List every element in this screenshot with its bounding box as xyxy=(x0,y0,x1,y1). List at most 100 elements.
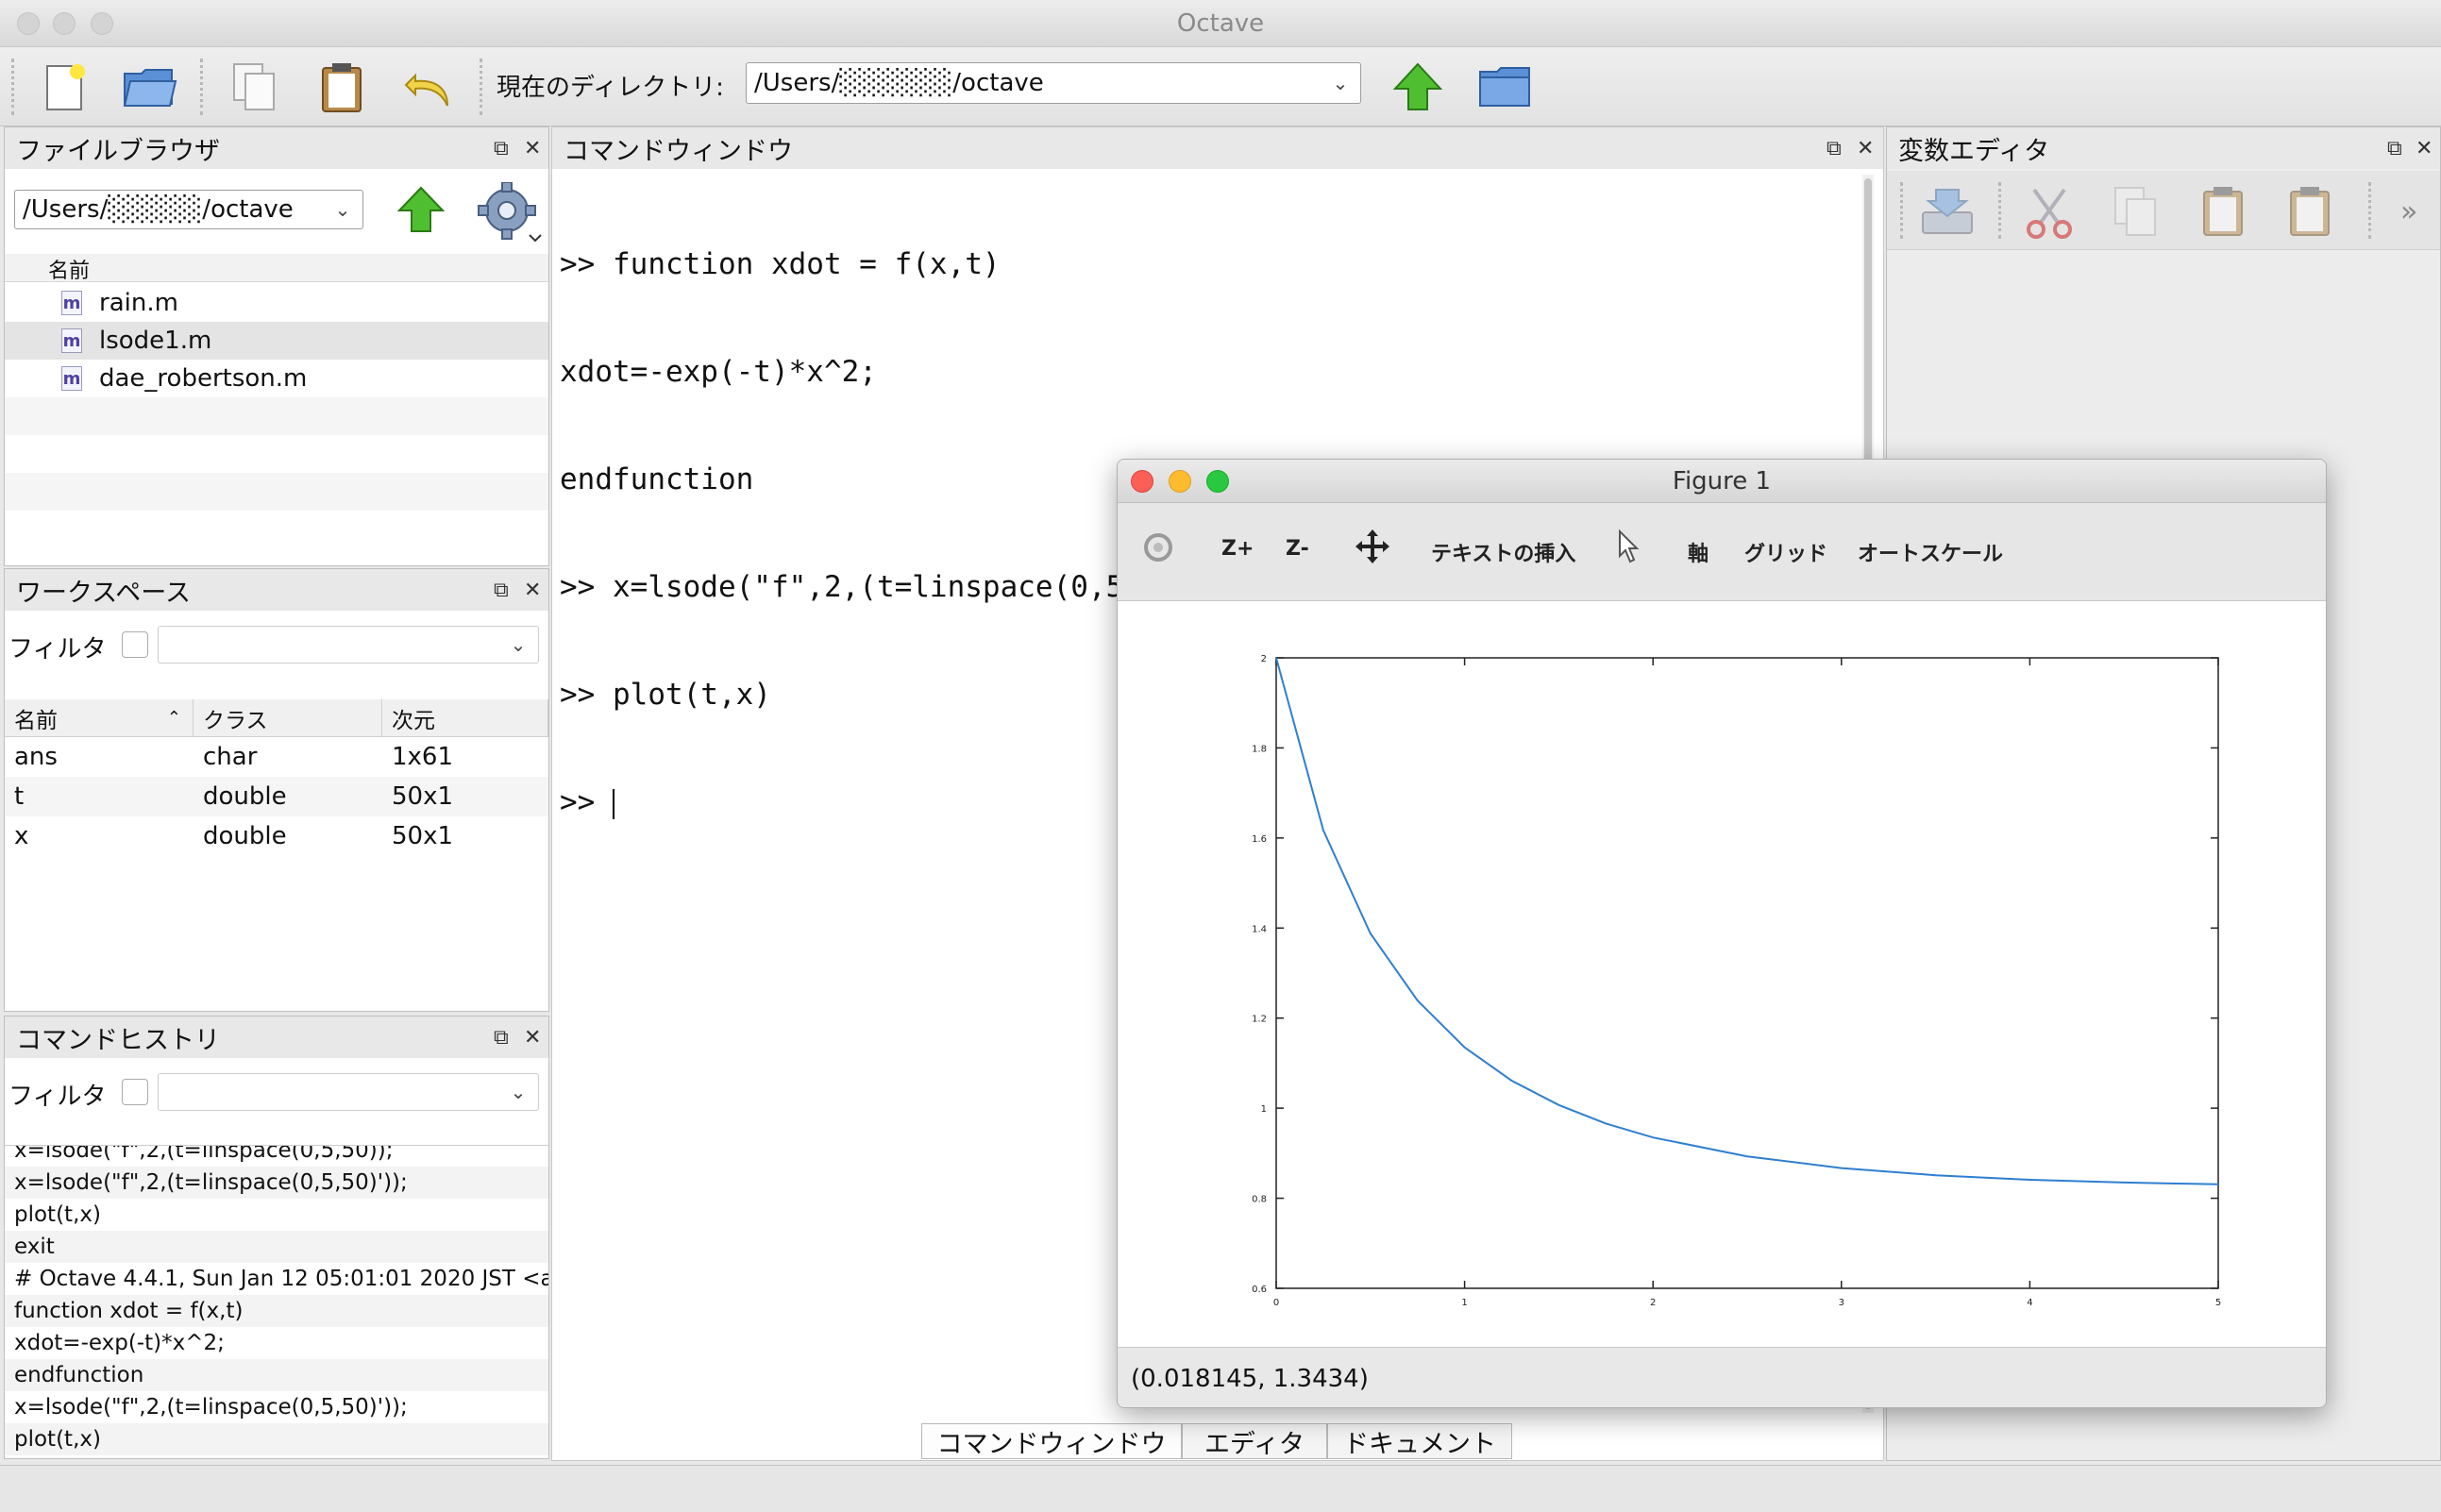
undock-icon[interactable]: ⧉ xyxy=(494,579,509,602)
file-browser-panel: ファイルブラウザ ⧉ ✕ /Users/░░░░░/octave ⌄ 名前 mr… xyxy=(4,126,549,566)
variable-editor-title: 変数エディタ xyxy=(1887,127,2440,169)
workspace-cell-class[interactable]: double xyxy=(194,777,382,816)
copy-button[interactable] xyxy=(225,57,285,117)
arrow-up-icon xyxy=(396,186,446,232)
chevron-down-icon: ⌄ xyxy=(510,633,527,656)
gear-icon xyxy=(478,181,542,243)
select-button[interactable] xyxy=(1614,528,1642,569)
folder-open-icon xyxy=(123,69,177,107)
window-titlebar: Octave xyxy=(0,0,2441,47)
copy-button[interactable] xyxy=(2110,184,2166,244)
history-item[interactable]: xdot=-exp(-t)*x^2; xyxy=(5,1327,548,1359)
workspace-cell-dim[interactable]: 1x61 xyxy=(382,737,548,777)
history-item[interactable]: x=lsode("f",2,(t=linspace(0,5,50)); xyxy=(5,1146,548,1167)
tab-documentation[interactable]: ドキュメント xyxy=(1327,1423,1512,1459)
insert-text-button[interactable]: テキストの挿入 xyxy=(1431,537,1575,567)
browse-dir-button[interactable] xyxy=(1474,57,1535,117)
clipboard-icon xyxy=(2203,187,2243,236)
copy-icon xyxy=(2114,187,2156,236)
zoom-out-button[interactable]: Z- xyxy=(1286,537,1309,561)
history-item[interactable]: endfunction xyxy=(5,1359,548,1391)
toolbar-grip xyxy=(1900,182,1903,239)
move-icon xyxy=(1355,529,1389,563)
workspace-cell-name[interactable]: x xyxy=(5,816,194,856)
workspace-col-class[interactable]: クラス xyxy=(194,699,382,737)
workspace-col-name[interactable]: 名前 ⌃ xyxy=(5,699,194,737)
history-item[interactable]: x=lsode("f",2,(t=linspace(0,5,50)')); xyxy=(5,1167,548,1199)
close-icon[interactable]: ✕ xyxy=(524,1026,541,1050)
undo-button[interactable] xyxy=(398,57,459,117)
new-file-button[interactable] xyxy=(34,57,94,117)
undock-icon[interactable]: ⧉ xyxy=(494,137,509,160)
axes-button[interactable]: 軸 xyxy=(1688,537,1709,567)
workspace-col-dim[interactable]: 次元 xyxy=(382,699,548,737)
pan-button[interactable] xyxy=(1354,528,1391,569)
workspace-filter-input[interactable]: ⌄ xyxy=(158,626,539,664)
file-item[interactable]: m lsode1.m xyxy=(5,322,548,360)
y-tick-label: 1.4 xyxy=(1252,924,1267,934)
more-chevron-icon[interactable]: » xyxy=(2400,195,2417,228)
settings-button[interactable] xyxy=(477,181,543,244)
parent-dir-button[interactable] xyxy=(396,184,446,235)
history-filter-checkbox[interactable] xyxy=(122,1079,148,1105)
history-item[interactable]: plot(t,x) xyxy=(5,1423,548,1455)
autoscale-button[interactable]: オートスケール xyxy=(1858,537,2003,567)
y-tick-label: 1 xyxy=(1261,1104,1267,1115)
text-cursor xyxy=(613,788,614,819)
cursor-arrow-icon xyxy=(1619,529,1640,563)
file-item[interactable]: m rain.m xyxy=(5,284,548,322)
paste-table-button[interactable] xyxy=(2283,184,2340,244)
plot-canvas[interactable]: 0 1 2 3 4 5 0.6 0.8 1 1.2 1.4 1.6 1.8 2 xyxy=(1118,601,2326,1347)
undock-icon[interactable]: ⧉ xyxy=(2387,137,2402,160)
open-file-button[interactable] xyxy=(119,57,179,117)
close-icon[interactable]: ✕ xyxy=(524,137,541,160)
empty-row xyxy=(5,435,548,473)
history-item[interactable]: plot(t,x) xyxy=(5,1199,548,1231)
history-item[interactable]: exit xyxy=(5,1231,548,1263)
status-bar xyxy=(0,1465,2441,1512)
toolbar-separator xyxy=(480,59,482,115)
file-list-header[interactable]: 名前 xyxy=(5,254,548,283)
close-icon[interactable]: ✕ xyxy=(1857,137,1874,160)
workspace-filter-checkbox[interactable] xyxy=(122,631,148,658)
empty-row xyxy=(5,397,548,435)
line-chart: 0 1 2 3 4 5 0.6 0.8 1 1.2 1.4 1.6 1.8 2 xyxy=(1252,654,2221,1308)
close-icon[interactable]: ✕ xyxy=(2416,137,2433,160)
rotate-button[interactable] xyxy=(1140,529,1176,569)
parent-dir-button[interactable] xyxy=(1388,57,1448,117)
file-browser-path-combo[interactable]: /Users/░░░░░/octave ⌄ xyxy=(14,190,363,229)
history-item[interactable]: # Octave 4.4.1, Sun Jan 12 05:01:01 2020… xyxy=(5,1263,548,1295)
history-filter-input[interactable]: ⌄ xyxy=(158,1073,539,1111)
workspace-cell-class[interactable]: char xyxy=(194,737,382,777)
paste-button[interactable] xyxy=(2197,184,2253,244)
scissors-icon xyxy=(2027,188,2072,239)
file-item[interactable]: m dae_robertson.m xyxy=(5,360,548,397)
grid-button[interactable]: グリッド xyxy=(1744,537,1827,567)
history-list: x=lsode("f",2,(t=linspace(0,5,50)); x=lso… xyxy=(5,1145,548,1458)
command-line: xdot=-exp(-t)*x^2; xyxy=(560,355,877,389)
variable-editor-toolbar: » xyxy=(1887,171,2440,250)
current-dir-combo[interactable]: /Users/░░░░░░/octave ⌄ xyxy=(746,62,1361,104)
history-item[interactable]: x=lsode("f",2,(t=linspace(0,5,50)')); xyxy=(5,1391,548,1423)
undock-icon[interactable]: ⧉ xyxy=(1827,137,1842,160)
y-tick-label: 1.2 xyxy=(1252,1015,1267,1025)
m-file-icon: m xyxy=(61,328,82,353)
tab-command-window[interactable]: コマンドウィンドウ xyxy=(921,1423,1182,1459)
workspace-table: 名前 ⌃ クラス 次元 ans char 1x61 t double 50x1 x doubl… xyxy=(5,699,548,1011)
undo-icon xyxy=(404,73,448,107)
workspace-cell-name[interactable]: t xyxy=(5,777,194,816)
save-button[interactable] xyxy=(1917,184,1978,244)
tab-editor[interactable]: エディタ xyxy=(1182,1423,1327,1459)
undock-icon[interactable]: ⧉ xyxy=(494,1026,509,1050)
close-icon[interactable]: ✕ xyxy=(524,579,541,602)
zoom-in-button[interactable]: Z+ xyxy=(1221,537,1254,561)
paste-button[interactable] xyxy=(311,57,372,117)
figure-titlebar: Figure 1 xyxy=(1118,460,2326,503)
cut-button[interactable] xyxy=(2021,184,2078,244)
toolbar-separator xyxy=(1998,182,2001,239)
workspace-cell-class[interactable]: double xyxy=(194,816,382,856)
workspace-cell-name[interactable]: ans xyxy=(5,737,194,777)
workspace-cell-dim[interactable]: 50x1 xyxy=(382,816,548,856)
history-item[interactable]: function xdot = f(x,t) xyxy=(5,1295,548,1327)
workspace-cell-dim[interactable]: 50x1 xyxy=(382,777,548,816)
